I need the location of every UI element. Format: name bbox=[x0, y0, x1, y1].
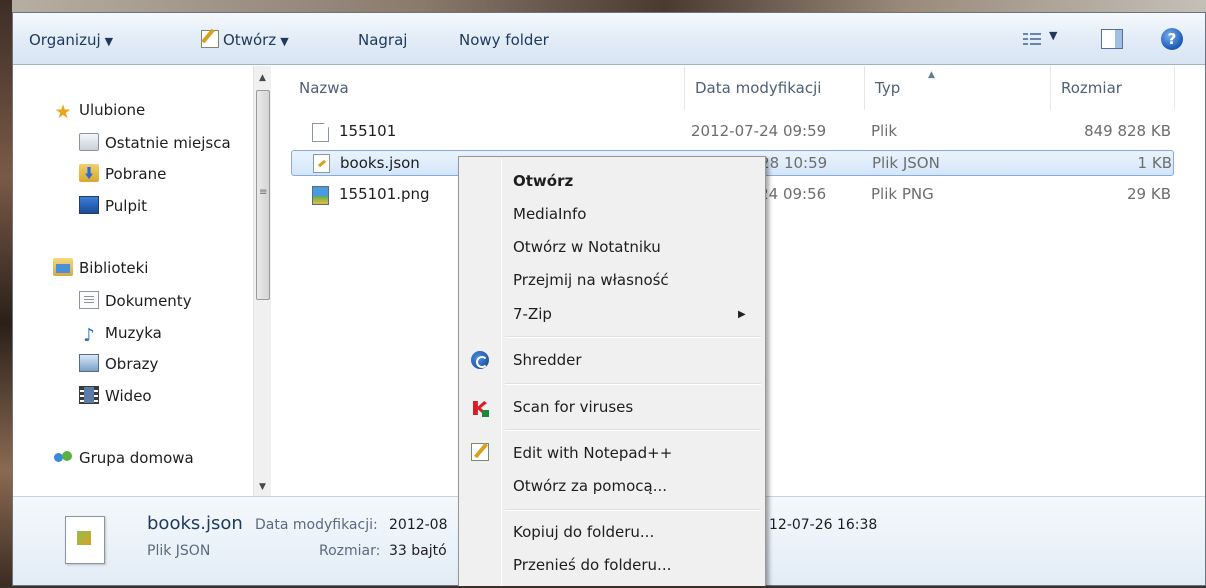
menu-item-open-notepad[interactable]: Otwórz w Notatniku bbox=[513, 232, 661, 262]
nav-libraries-label: Biblioteki bbox=[79, 259, 149, 277]
homegroup-icon bbox=[53, 448, 73, 466]
grip-icon: ≡ bbox=[259, 187, 268, 198]
file-name: 155101.png bbox=[339, 185, 430, 203]
menu-item-edit-npp[interactable]: Edit with Notepad++ bbox=[513, 438, 672, 468]
pictures-icon bbox=[79, 354, 99, 372]
nav-scrollbar[interactable]: ▲ ≡ ▼ bbox=[253, 66, 271, 496]
details-modified-label: Data modyfikacji: bbox=[255, 517, 378, 533]
menu-separator bbox=[505, 509, 761, 511]
nav-homegroup[interactable]: Grupa domowa bbox=[53, 446, 194, 470]
preview-pane-icon[interactable] bbox=[1101, 29, 1123, 49]
menu-item-take-ownership[interactable]: Przejmij na własność bbox=[513, 265, 669, 295]
nav-homegroup-label: Grupa domowa bbox=[79, 449, 194, 467]
chevron-down-icon: ▼ bbox=[104, 35, 114, 48]
details-size-value: 33 bajtó bbox=[389, 543, 447, 559]
command-bar: Organizuj ▼ Otwórz ▼ Nagraj Nowy folder ▼ … bbox=[13, 13, 1205, 65]
open-button[interactable]: Otwórz ▼ bbox=[201, 27, 289, 53]
menu-item-7zip[interactable]: 7-Zip bbox=[513, 299, 552, 329]
nav-pictures[interactable]: Obrazy bbox=[79, 352, 158, 376]
menu-item-shredder[interactable]: Shredder bbox=[513, 345, 582, 375]
navigation-pane: ★ Ulubione Ostatnie miejsca Pobrane Pulpi… bbox=[13, 66, 271, 496]
column-header-size[interactable]: Rozmiar bbox=[1051, 66, 1175, 110]
chevron-down-icon: ▼ bbox=[280, 35, 289, 48]
downloads-folder-icon bbox=[79, 164, 99, 182]
desktop-background-left bbox=[0, 0, 12, 588]
new-folder-button[interactable]: Nowy folder bbox=[459, 27, 549, 53]
json-file-large-icon bbox=[65, 516, 105, 564]
file-size: 29 KB bbox=[1127, 185, 1171, 203]
menu-separator bbox=[505, 383, 761, 385]
file-type: Plik bbox=[871, 122, 898, 140]
music-note-icon: ♪ bbox=[83, 325, 95, 346]
nav-favorites-label: Ulubione bbox=[79, 101, 146, 119]
nav-desktop[interactable]: Pulpit bbox=[79, 194, 147, 218]
organize-label: Organizuj bbox=[29, 31, 101, 49]
chevron-down-icon[interactable]: ▼ bbox=[1049, 29, 1057, 42]
menu-item-copy-to[interactable]: Kopiuj do folderu... bbox=[513, 517, 654, 547]
details-created-value: 12-07-26 16:38 bbox=[769, 517, 878, 533]
nav-downloads-label: Pobrane bbox=[105, 165, 167, 183]
nav-recent-label: Ostatnie miejsca bbox=[105, 134, 231, 152]
shredder-icon bbox=[471, 351, 489, 369]
scroll-up-arrow-icon[interactable]: ▲ bbox=[254, 70, 271, 87]
notepad-plus-plus-icon bbox=[471, 443, 489, 461]
file-size: 849 828 KB bbox=[1084, 122, 1171, 140]
details-filename: books.json bbox=[147, 513, 243, 534]
sort-ascending-icon: ▲ bbox=[928, 70, 935, 80]
image-file-icon bbox=[312, 186, 329, 205]
nav-documents[interactable]: Dokumenty bbox=[79, 289, 192, 313]
context-menu: Otwórz MediaInfo Otwórz w Notatniku Prze… bbox=[458, 156, 766, 588]
menu-item-move-to[interactable]: Przenieś do folderu... bbox=[513, 550, 671, 580]
menu-item-mediainfo[interactable]: MediaInfo bbox=[513, 199, 586, 229]
file-name: books.json bbox=[340, 154, 420, 172]
details-type: Plik JSON bbox=[147, 543, 211, 559]
nav-documents-label: Dokumenty bbox=[105, 292, 192, 310]
nav-videos[interactable]: Wideo bbox=[79, 384, 152, 408]
nav-videos-label: Wideo bbox=[105, 387, 152, 405]
organize-button[interactable]: Organizuj ▼ bbox=[29, 27, 113, 53]
film-strip-icon bbox=[79, 386, 99, 404]
file-row[interactable]: 155101 2012-07-24 09:59 Plik 849 828 KB bbox=[295, 119, 1195, 145]
kaspersky-icon bbox=[471, 399, 489, 417]
blank-file-icon bbox=[312, 123, 329, 142]
nav-music[interactable]: ♪ Muzyka bbox=[79, 321, 162, 345]
help-icon[interactable]: ? bbox=[1161, 28, 1183, 50]
file-size: 1 KB bbox=[1137, 154, 1172, 172]
column-header-modified[interactable]: Data modyfikacji bbox=[685, 66, 865, 110]
menu-item-open[interactable]: Otwórz bbox=[513, 166, 573, 196]
documents-icon bbox=[79, 291, 99, 309]
scroll-down-arrow-icon[interactable]: ▼ bbox=[254, 479, 271, 496]
column-header-name[interactable]: Nazwa bbox=[289, 66, 685, 110]
details-size-label: Rozmiar: bbox=[319, 543, 381, 559]
nav-music-label: Muzyka bbox=[105, 324, 162, 342]
json-file-icon bbox=[313, 154, 330, 173]
nav-downloads[interactable]: Pobrane bbox=[79, 162, 166, 186]
nav-libraries[interactable]: Biblioteki bbox=[53, 256, 148, 280]
nav-pictures-label: Obrazy bbox=[105, 355, 159, 373]
view-options-icon[interactable] bbox=[1023, 32, 1041, 46]
open-label: Otwórz bbox=[223, 31, 277, 49]
edit-document-icon bbox=[201, 30, 219, 48]
burn-button[interactable]: Nagraj bbox=[358, 27, 407, 53]
file-type: Plik JSON bbox=[872, 154, 940, 172]
file-modified: 2012-07-24 09:59 bbox=[691, 122, 827, 140]
menu-item-open-with[interactable]: Otwórz za pomocą... bbox=[513, 471, 667, 501]
recent-places-icon bbox=[79, 133, 99, 151]
menu-separator bbox=[505, 336, 761, 338]
desktop-icon bbox=[79, 196, 99, 214]
nav-recent-places[interactable]: Ostatnie miejsca bbox=[79, 131, 231, 155]
file-name: 155101 bbox=[339, 122, 397, 140]
column-header-type[interactable]: Typ bbox=[865, 66, 1051, 110]
nav-desktop-label: Pulpit bbox=[105, 197, 148, 215]
details-modified-value: 2012-08 bbox=[389, 517, 448, 533]
menu-item-scan-viruses[interactable]: Scan for viruses bbox=[513, 392, 633, 422]
file-type: Plik PNG bbox=[871, 185, 934, 203]
menu-separator bbox=[505, 429, 761, 431]
submenu-arrow-icon: ▶ bbox=[738, 309, 746, 320]
libraries-icon bbox=[53, 258, 73, 276]
star-icon: ★ bbox=[54, 101, 72, 123]
nav-favorites[interactable]: ★ Ulubione bbox=[53, 98, 145, 122]
menu-icon-gutter bbox=[501, 159, 502, 588]
